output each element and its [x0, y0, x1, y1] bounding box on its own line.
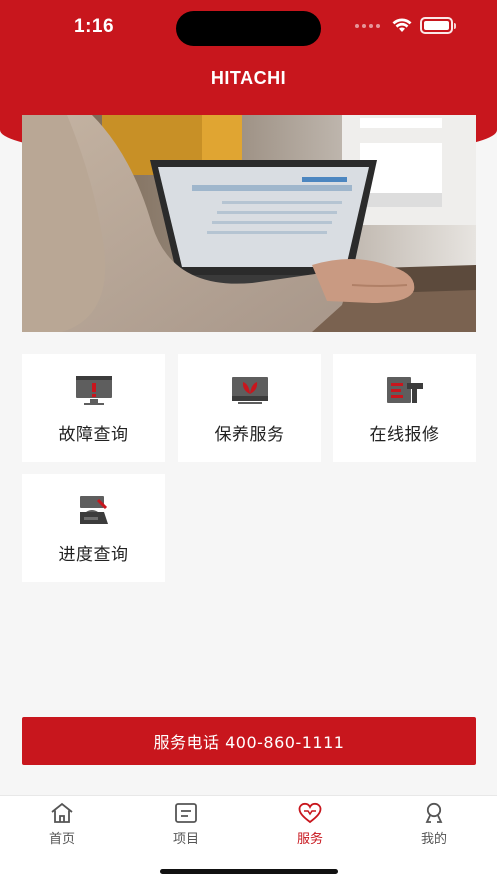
heart-icon — [298, 802, 322, 824]
battery-icon — [420, 17, 456, 34]
service-card-progress-inquiry[interactable]: 进度查询 — [22, 474, 165, 582]
project-icon — [175, 803, 197, 823]
tab-project[interactable]: 项目 — [146, 802, 226, 847]
service-hotline-button[interactable]: 服务电话 400-860-1111 — [22, 717, 476, 765]
dynamic-island — [176, 11, 321, 46]
status-bar: 1:16 — [0, 0, 497, 56]
status-time: 1:16 — [74, 16, 115, 37]
tab-home[interactable]: 首页 — [22, 802, 102, 847]
profile-icon — [425, 802, 443, 823]
laptop-photo — [22, 115, 476, 332]
service-card-fault-inquiry[interactable]: 故障查询 — [22, 354, 165, 462]
banner-image[interactable] — [22, 115, 476, 332]
tab-label: 首页 — [48, 832, 75, 847]
tab-label: 项目 — [172, 832, 199, 847]
tab-service[interactable]: 服务 — [270, 802, 350, 847]
status-icons — [355, 17, 456, 34]
repair-hammer-icon — [386, 377, 423, 403]
tab-label: 服务 — [296, 832, 323, 847]
service-card-maintenance[interactable]: 保养服务 — [178, 354, 321, 462]
service-label: 保养服务 — [214, 425, 285, 445]
home-icon — [51, 802, 73, 823]
home-indicator — [160, 869, 338, 874]
service-label: 在线报修 — [369, 425, 440, 445]
maintenance-leaf-icon — [231, 377, 268, 404]
hotline-label: 服务电话 400-860-1111 — [153, 733, 345, 752]
signal-dots-icon — [355, 23, 380, 28]
service-label: 进度查询 — [58, 545, 129, 565]
brand-logo: HITACHI — [210, 68, 287, 88]
service-label: 故障查询 — [58, 425, 129, 445]
progress-inquiry-icon — [79, 496, 108, 524]
tab-label: 我的 — [420, 832, 447, 847]
wifi-icon — [392, 18, 412, 32]
tab-profile[interactable]: 我的 — [394, 802, 474, 847]
service-card-online-repair[interactable]: 在线报修 — [333, 354, 476, 462]
fault-monitor-icon — [75, 376, 112, 405]
